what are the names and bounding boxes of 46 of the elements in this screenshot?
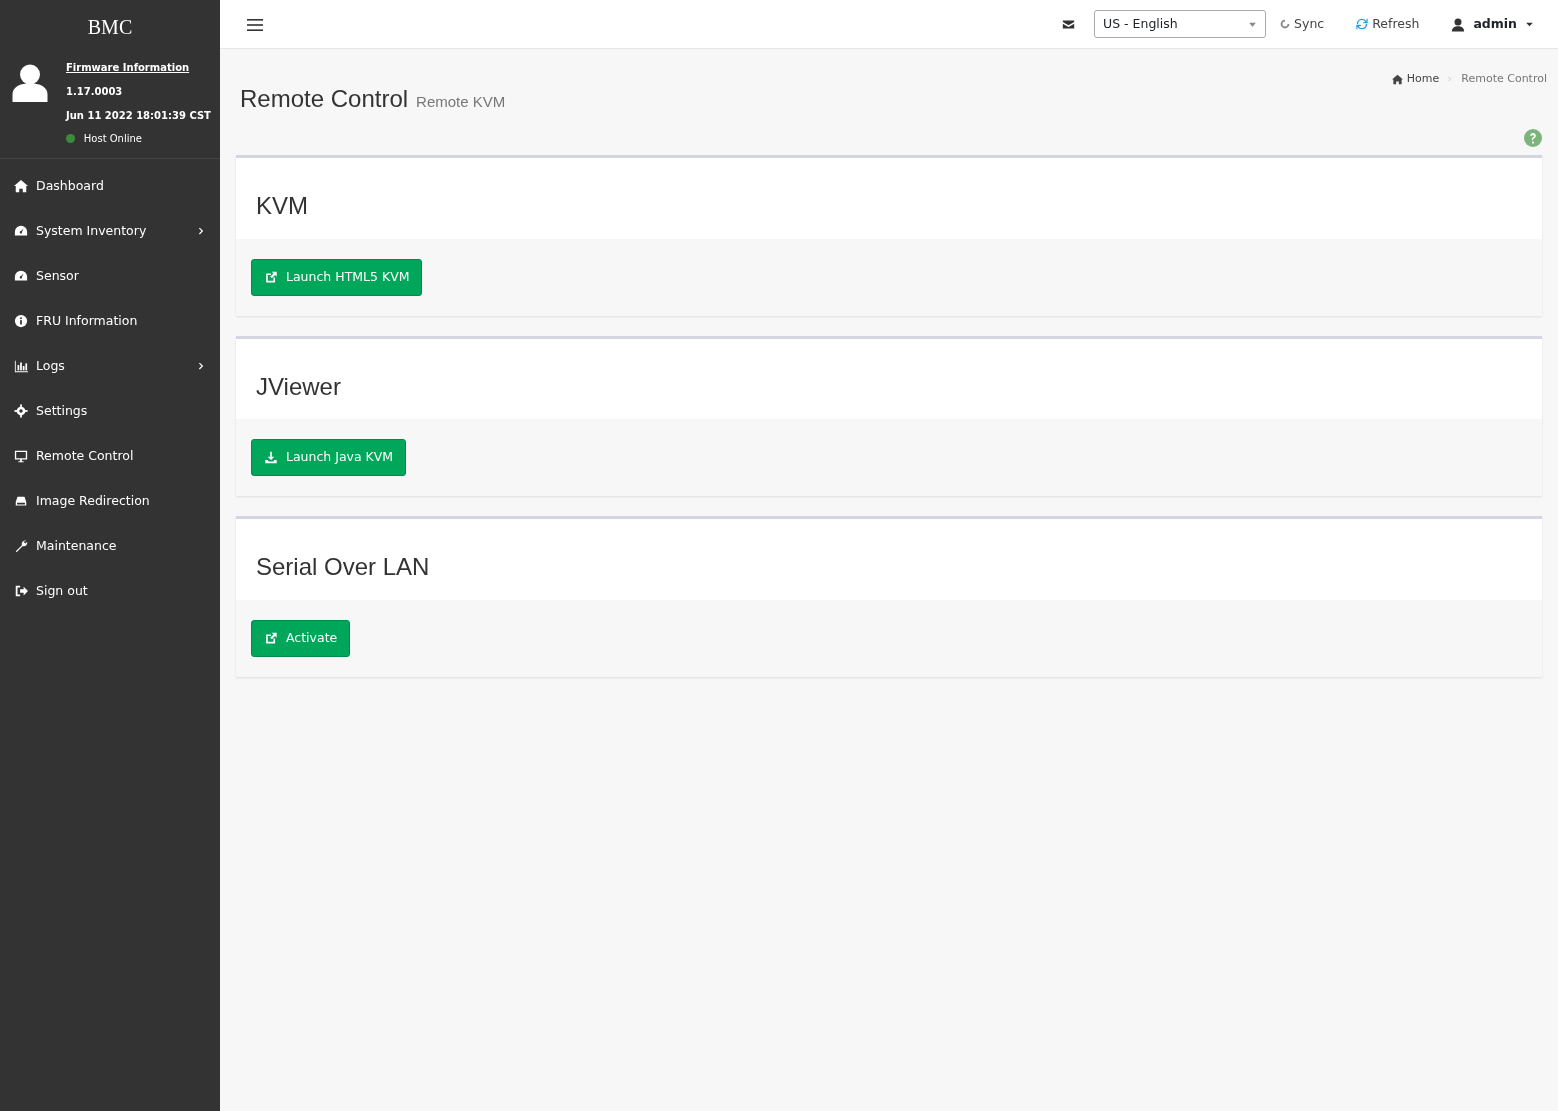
sidebar-item[interactable]: Remote Control	[0, 433, 220, 479]
panel-title: JViewer	[255, 371, 342, 402]
sidebar-item[interactable]: System Inventory	[0, 208, 220, 254]
chevron-right-icon	[197, 225, 206, 236]
bar-chart-icon	[14, 358, 28, 373]
user-menu[interactable]: admin	[1451, 14, 1534, 34]
download-icon	[264, 451, 278, 465]
user-icon	[1451, 16, 1466, 32]
external-link-icon	[264, 270, 278, 284]
page-title: Remote Control	[240, 84, 409, 114]
firmware-date: Jun 11 2022 18:01:39 CST	[66, 108, 211, 123]
menu-icon	[244, 16, 266, 33]
breadcrumb-current: Remote Control	[1461, 71, 1547, 87]
sync-link[interactable]: Sync	[1280, 14, 1325, 34]
refresh-link[interactable]: Refresh	[1356, 14, 1420, 34]
monitor-icon	[14, 448, 28, 463]
help-icon	[1524, 129, 1542, 147]
wrench-icon	[14, 538, 28, 553]
refresh-icon	[1356, 18, 1369, 30]
sync-icon	[1280, 19, 1291, 29]
language-select[interactable]: US - English	[1094, 10, 1267, 38]
firmware-version: 1.17.0003	[66, 84, 124, 99]
sidebar-item[interactable]: Logs	[0, 343, 220, 389]
page-subtitle: Remote KVM	[416, 92, 506, 112]
chevron-right-icon	[197, 360, 206, 371]
sidebar-item[interactable]: FRU Information	[0, 298, 220, 344]
info-icon	[14, 313, 28, 328]
external-link-icon	[264, 631, 278, 645]
breadcrumb-link[interactable]: Home	[1391, 71, 1440, 88]
host-status: Host Online	[83, 132, 142, 147]
logo-text: BMC	[86, 15, 134, 40]
home-icon	[14, 178, 28, 193]
sidebar-item[interactable]: Settings	[0, 388, 220, 434]
panel-title: KVM	[255, 191, 309, 221]
sidebar-item[interactable]: Maintenance	[0, 523, 220, 569]
firmware-link[interactable]: Firmware Information	[66, 60, 211, 75]
home-icon	[1391, 73, 1403, 85]
sidebar-item[interactable]: Sign out	[0, 568, 220, 614]
envelope-icon	[1061, 17, 1077, 31]
sign-out-icon	[14, 583, 28, 598]
gauge-icon	[14, 223, 28, 238]
gauge-icon	[14, 268, 28, 283]
sidebar-item[interactable]: Sensor	[0, 253, 220, 299]
panel-title: Serial Over LAN	[255, 552, 431, 583]
sidebar-item[interactable]: Dashboard	[0, 163, 220, 209]
sidebar-item[interactable]: Image Redirection	[0, 478, 220, 524]
